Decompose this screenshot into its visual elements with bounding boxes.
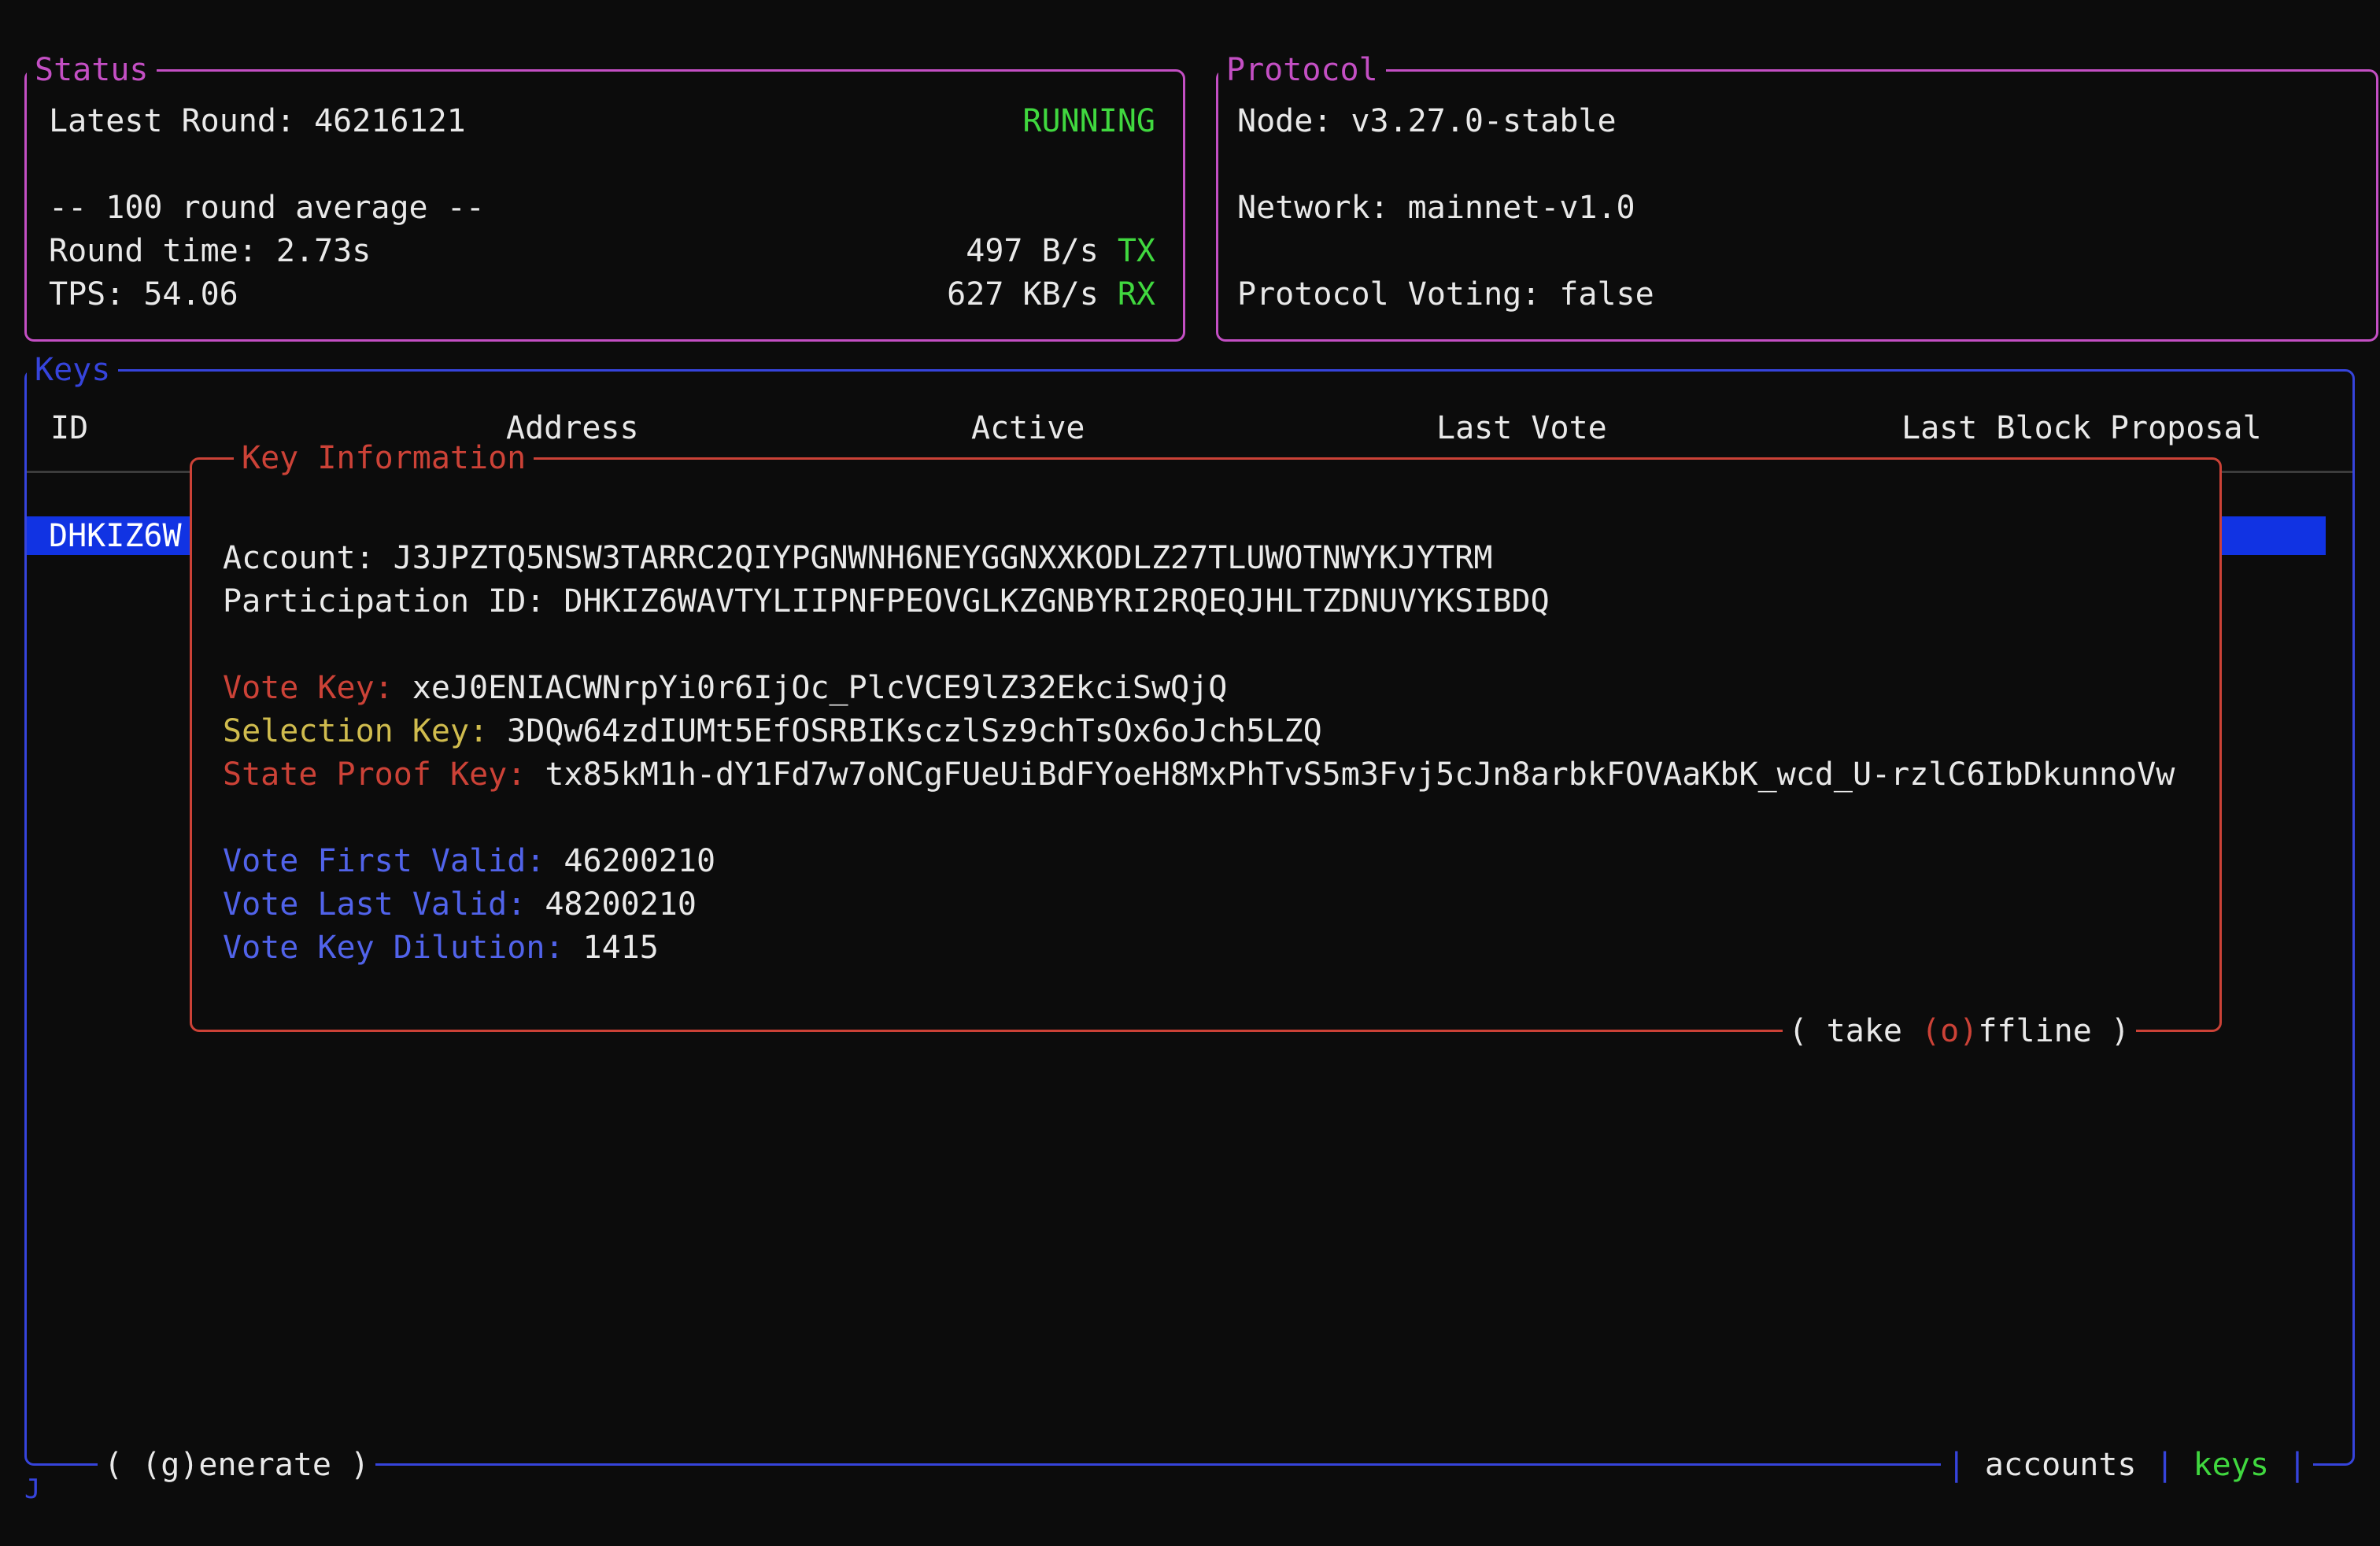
key-information-modal-title: Key Information [234,440,534,476]
vote-key-line: Vote Key: xeJ0ENIACWNrpYi0r6IjOc_PlcVCE9l… [223,667,2219,710]
keys-panel-title: Keys [27,352,118,388]
round-time-label: Round time: [49,233,257,269]
nav-separator: | [2155,1447,2174,1483]
generate-button[interactable]: ( (g)enerate ) [98,1447,375,1483]
selection-key-value: 3DQw64zdIUMt5EfOSRBIKsczlSz9chTsOx6oJch5… [507,713,1322,749]
protocol-panel: Protocol Node:v3.27.0-stable Network:mai… [1216,69,2378,342]
vote-first-valid-label: Vote First Valid: [223,843,545,879]
take-offline-hotkey: (o) [1921,1013,1978,1049]
vote-key-dilution-value: 1415 [582,930,658,966]
spacer [223,797,2219,840]
latest-round-value: 46216121 [314,103,466,139]
key-information-modal: Key Information Account:J3JPZTQ5NSW3TARR… [190,457,2222,1032]
node-version-value: v3.27.0-stable [1351,103,1616,139]
spacer [49,143,1155,187]
latest-round: Latest Round: 46216121 [49,100,466,143]
protocol-voting-value: false [1559,276,1654,313]
key-row-id: DHKIZ6W [49,518,182,554]
protocol-voting-label: Protocol Voting: [1237,276,1540,313]
tx-unit-label: TX [1118,233,1155,269]
stray-character: J [24,1474,40,1505]
vote-key-label: Vote Key: [223,670,394,706]
take-offline-suffix: ffline ) [1978,1013,2130,1049]
state-proof-key-value: tx85kM1h-dY1Fd7w7oNCgFUeUiBdFYoeH8MxPhTv… [545,756,2175,793]
nav-tab-accounts[interactable]: accounts [1985,1447,2137,1483]
spacer [1237,230,2349,273]
tps-label: TPS: [49,276,124,313]
participation-id-value: DHKIZ6WAVTYLIIPNFPEOVGLKZGNBYRI2RQEQJHLT… [564,583,1549,620]
take-offline-button[interactable]: ( take (o)ffline ) [1783,1013,2136,1049]
round-average-heading: -- 100 round average -- [49,187,1155,230]
protocol-panel-body: Node: v3.27.0-stable Network: mainnet-v1.0… [1218,72,2376,316]
round-time-line: Round time: 2.73s 497 B/s TX [49,230,1155,273]
tps-value: 54.06 [143,276,238,313]
account-label: Account: [223,540,375,576]
spacer [1237,143,2349,187]
state-proof-key-line: State Proof Key: tx85kM1h-dY1Fd7w7oNCgFUe… [223,753,2219,797]
selection-key-line: Selection Key: 3DQw64zdIUMt5EfOSRBIKsczlS… [223,710,2219,753]
bottom-nav: | accounts | keys | [1941,1447,2313,1483]
node-version-label: Node: [1237,103,1332,139]
node-version-line: Node: v3.27.0-stable [1237,100,2349,143]
vote-key-dilution-label: Vote Key Dilution: [223,930,564,966]
round-time-value: 2.73s [276,233,371,269]
rx-unit-label: RX [1118,276,1155,313]
state-proof-key-label: State Proof Key: [223,756,526,793]
column-header-address: Address [492,407,957,450]
column-header-last-vote: Last Vote [1422,407,1887,450]
nav-tab-keys[interactable]: keys [2193,1447,2269,1483]
participation-id-line: Participation ID: DHKIZ6WAVTYLIIPNFPEOVGL… [223,580,2219,623]
tx-rate-group: 497 B/s TX [966,230,1155,273]
tx-rate-value: 497 B/s [966,233,1099,269]
take-offline-prefix: ( take [1789,1013,1922,1049]
participation-id-label: Participation ID: [223,583,545,620]
latest-round-label: Latest Round: [49,103,295,139]
account-value: J3JPZTQ5NSW3TARRC2QIYPGNWNH6NEYGGNXXKODL… [394,540,1493,576]
selection-key-label: Selection Key: [223,713,488,749]
network-label: Network: [1237,190,1389,226]
vote-first-valid-value: 46200210 [564,843,715,879]
column-header-last-block-proposal: Last Block Proposal [1887,407,2352,450]
rx-rate-value: 627 KB/s [947,276,1099,313]
column-header-active: Active [957,407,1422,450]
protocol-panel-title: Protocol [1218,52,1386,88]
tps-line: TPS: 54.06 627 KB/s RX [49,273,1155,316]
nav-separator: | [2288,1447,2307,1483]
node-status-badge: RUNNING [1022,100,1155,143]
key-information-body: Account: J3JPZTQ5NSW3TARRC2QIYPGNWNH6NEYG… [192,460,2219,970]
latest-round-line: Latest Round: 46216121 RUNNING [49,100,1155,143]
account-line: Account: J3JPZTQ5NSW3TARRC2QIYPGNWNH6NEYG… [223,537,2219,580]
nav-separator: | [1947,1447,1966,1483]
status-panel: Status Latest Round:46216121RUNNING -- 1… [24,69,1185,342]
status-panel-body: Latest Round: 46216121 RUNNING -- 100 roun… [27,72,1183,316]
vote-first-valid-line: Vote First Valid: 46200210 [223,840,2219,883]
tps: TPS: 54.06 [49,273,238,316]
network-line: Network: mainnet-v1.0 [1237,187,2349,230]
vote-last-valid-label: Vote Last Valid: [223,886,526,923]
vote-key-dilution-line: Vote Key Dilution: 1415 [223,926,2219,970]
status-panel-title: Status [27,52,157,88]
network-value: mainnet-v1.0 [1408,190,1635,226]
vote-key-value: xeJ0ENIACWNrpYi0r6IjOc_PlcVCE9lZ32EkciSw… [412,670,1228,706]
vote-last-valid-value: 48200210 [545,886,697,923]
spacer [223,623,2219,667]
protocol-voting-line: Protocol Voting: false [1237,273,2349,316]
vote-last-valid-line: Vote Last Valid: 48200210 [223,883,2219,926]
round-time: Round time: 2.73s [49,230,371,273]
rx-rate-group: 627 KB/s RX [947,273,1155,316]
